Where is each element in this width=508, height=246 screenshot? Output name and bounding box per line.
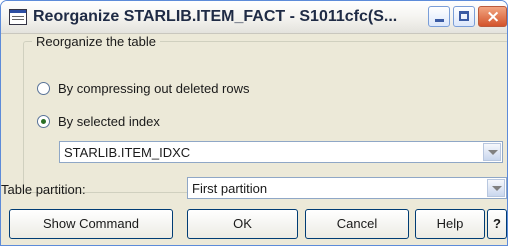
help-button[interactable]: Help — [415, 209, 485, 239]
partition-select[interactable]: First partition — [187, 177, 507, 199]
chevron-down-icon — [492, 186, 502, 191]
close-icon: × — [486, 7, 501, 27]
minimize-icon — [435, 19, 444, 22]
partition-dropdown-button[interactable] — [487, 179, 505, 197]
selected-index-option[interactable]: By selected index — [37, 114, 160, 129]
selected-index-radio[interactable] — [37, 115, 50, 128]
show-command-button[interactable]: Show Command — [9, 209, 173, 239]
chevron-down-icon — [488, 150, 498, 155]
partition-label: Table partition: — [1, 182, 86, 197]
title-bar[interactable]: Reorganize STARLIB.ITEM_FACT - S1011cfc(… — [1, 1, 507, 34]
window-title: Reorganize STARLIB.ITEM_FACT - S1011cfc(… — [33, 8, 398, 25]
index-select[interactable]: STARLIB.ITEM_IDXC — [59, 141, 503, 163]
maximize-button[interactable] — [453, 6, 475, 27]
dialog-window: Reorganize STARLIB.ITEM_FACT - S1011cfc(… — [0, 0, 508, 246]
compress-radio[interactable] — [37, 82, 50, 95]
cancel-button[interactable]: Cancel — [305, 209, 409, 239]
compress-option-label: By compressing out deleted rows — [58, 81, 250, 96]
compress-option[interactable]: By compressing out deleted rows — [37, 81, 249, 96]
maximize-icon — [459, 11, 469, 21]
selected-index-option-label: By selected index — [58, 114, 160, 129]
ok-button[interactable]: OK — [187, 209, 298, 239]
table-window-icon — [9, 9, 27, 25]
close-button[interactable]: × — [478, 6, 507, 27]
whats-this-button[interactable]: ? — [487, 209, 507, 239]
index-select-dropdown-button[interactable] — [483, 143, 501, 161]
minimize-button[interactable] — [428, 6, 450, 27]
partition-select-value: First partition — [192, 181, 268, 196]
index-select-value: STARLIB.ITEM_IDXC — [64, 145, 191, 160]
reorganize-group-label: Reorganize the table — [32, 34, 160, 49]
